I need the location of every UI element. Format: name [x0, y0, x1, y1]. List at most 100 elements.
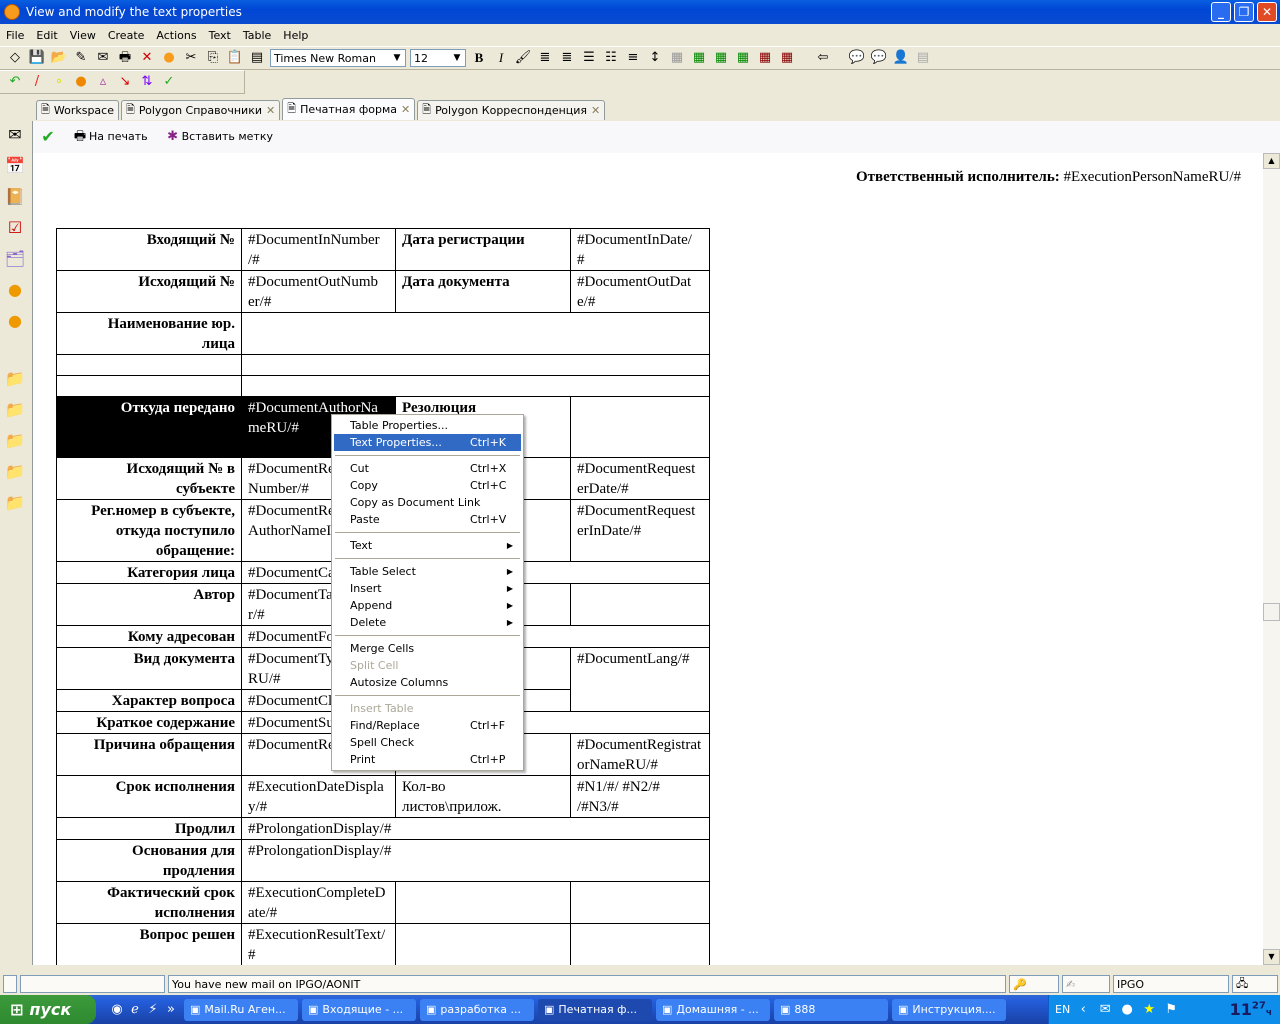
tasks-icon[interactable]: ☑ [3, 216, 27, 240]
context-menu-item[interactable]: Text Properties... Ctrl+K [334, 434, 521, 451]
context-menu-item[interactable]: Paste Ctrl+V [334, 511, 521, 528]
minimize-button[interactable]: _ [1211, 2, 1231, 22]
menu-table[interactable]: Table [237, 29, 277, 42]
context-menu-item[interactable]: Autosize Columns [334, 674, 521, 691]
row-label[interactable]: Срок исполнения [56, 775, 242, 818]
taskbar-button[interactable]: ▣ Инструкция.... [892, 998, 1006, 1021]
row-label[interactable]: Кому адресован [56, 625, 242, 648]
context-menu-item[interactable]: Delete ▶ [334, 614, 521, 631]
context-menu-item[interactable]: Spell Check [334, 734, 521, 751]
document-area[interactable]: Ответственный исполнитель: #ExecutionPer… [32, 153, 1263, 965]
row-value[interactable]: #ExecutionResultText/ # [241, 923, 396, 965]
row-label[interactable]: Наименование юр. лица [56, 312, 242, 355]
delete-row-icon[interactable]: ▦ [778, 50, 796, 66]
favorites-folder-icon[interactable]: 📁 [3, 367, 27, 391]
row-label[interactable] [56, 375, 242, 397]
language-indicator[interactable]: EN [1055, 1003, 1070, 1016]
font-family-select[interactable]: Times New Roman ▼ [270, 49, 406, 67]
row-value[interactable]: Кол-во листов\прилож. [395, 775, 571, 818]
folder-icon[interactable]: 📁 [3, 429, 27, 453]
key-indicator[interactable]: 🔑 [1009, 975, 1059, 993]
quicklaunch-ie-icon[interactable]: ℯ [126, 1002, 144, 1018]
connection-indicator[interactable]: 🖧 [1232, 975, 1278, 993]
menu-file[interactable]: File [0, 29, 30, 42]
close-button[interactable]: ✕ [1257, 2, 1277, 22]
taskbar-button[interactable]: ▣ Домашняя - ... [656, 998, 770, 1021]
row-value[interactable]: #ProlongationDisplay/# [241, 817, 710, 840]
row-label[interactable]: Откуда передано [56, 396, 242, 458]
row-value[interactable]: #ExecutionCompleteD ate/# [241, 881, 396, 924]
row-label[interactable]: Причина обращения [56, 733, 242, 776]
cut-icon[interactable]: ✂ [182, 50, 200, 66]
scroll-down-button[interactable]: ▼ [1263, 949, 1280, 965]
taskbar-button[interactable]: ▣ 888 [774, 998, 888, 1021]
row-value[interactable]: #DocumentOutDat e/# [570, 270, 710, 313]
start-button[interactable]: ⊞ пуск [0, 995, 96, 1024]
insert-column-left-icon[interactable]: ▦ [690, 50, 708, 66]
row-value[interactable]: #DocumentOutNumb er/# [241, 270, 396, 313]
copy-icon[interactable]: ⎘ [204, 50, 222, 66]
delete-icon[interactable]: ✕ [138, 50, 156, 66]
tab-3[interactable]: 🗎 Polygon Корреспонденция ✕ [417, 100, 606, 120]
row-value[interactable]: #DocumentInDate/ # [570, 228, 710, 271]
context-menu-item[interactable]: Print Ctrl+P [334, 751, 521, 768]
row-value[interactable]: #ExecutionDateDispla y/# [241, 775, 396, 818]
tray-star-icon[interactable]: ★ [1140, 1002, 1158, 1018]
tray-expand-icon[interactable]: ‹ [1074, 1002, 1092, 1018]
vertical-scrollbar[interactable]: ▲ ▼ [1263, 153, 1280, 965]
row-label[interactable]: Фактический срок исполнения [56, 881, 242, 924]
save-icon[interactable]: 💾 [28, 50, 46, 66]
row-value[interactable] [570, 583, 710, 626]
checkmark-icon[interactable]: ✓ [160, 74, 178, 90]
row-value[interactable]: #N1/#/ #N2/# /#N3/# [570, 775, 710, 818]
context-menu-item[interactable]: Find/Replace Ctrl+F [334, 717, 521, 734]
taskbar-button[interactable]: ▣ разработка ... [420, 998, 534, 1021]
row-value[interactable]: Дата регистрации [395, 228, 571, 271]
points-icon[interactable]: ∘ [50, 74, 68, 90]
mail-icon[interactable]: ✉ [3, 123, 27, 147]
insert-row-above-icon[interactable]: ▦ [712, 50, 730, 66]
outdent-icon[interactable]: ≣ [558, 50, 576, 66]
row-label[interactable]: Входящий № [56, 228, 242, 271]
tray-flag-icon[interactable]: ⚑ [1162, 1002, 1180, 1018]
paste-special-icon[interactable]: ▤ [248, 50, 266, 66]
row-value[interactable] [570, 881, 710, 924]
row-value[interactable]: #DocumentLang/# [570, 647, 710, 712]
tab-1[interactable]: 🗎 Polygon Справочники ✕ [120, 100, 281, 120]
context-menu-item[interactable]: Cut Ctrl+X [334, 460, 521, 477]
comments-icon[interactable]: 💬 [870, 50, 888, 66]
quicklaunch-icon[interactable]: ⚡ [144, 1002, 162, 1018]
new-icon[interactable]: ◇ [6, 50, 24, 66]
row-value[interactable] [395, 881, 571, 924]
row-value[interactable]: #DocumentRequest erDate/# [570, 457, 710, 500]
user-icon[interactable]: 👤 [892, 50, 910, 66]
highlight-icon[interactable]: 🖌 [514, 50, 532, 66]
tray-mail-icon[interactable]: ✉ [1096, 1002, 1114, 1018]
context-menu-item[interactable]: Insert ▶ [334, 580, 521, 597]
database-folder-icon[interactable]: 🗂 [3, 247, 27, 271]
row-value[interactable]: Дата документа [395, 270, 571, 313]
indent-icon[interactable]: ≣ [536, 50, 554, 66]
context-menu-item[interactable]: Table Properties... [334, 417, 521, 434]
polygon-design-icon[interactable]: ● [3, 309, 27, 333]
send-mail-icon[interactable]: ✉ [94, 50, 112, 66]
row-label[interactable]: Основания для продления [56, 839, 242, 882]
table-icon[interactable]: ▦ [668, 50, 686, 66]
scroll-up-button[interactable]: ▲ [1263, 153, 1280, 169]
row-label[interactable] [56, 354, 242, 376]
polygon-icon[interactable]: ● [160, 50, 178, 66]
row-label[interactable]: Рег.номер в субъекте, откуда поступило о… [56, 499, 242, 562]
tab-0[interactable]: 🗎 Workspace [36, 100, 119, 120]
maximize-button[interactable]: ❐ [1234, 2, 1254, 22]
close-tab-icon[interactable]: ✕ [401, 103, 410, 116]
quicklaunch-more-icon[interactable]: » [162, 1002, 180, 1018]
taskbar-button[interactable]: ▣ Mail.Ru Аген... [184, 998, 298, 1021]
edit-icon[interactable]: ✎ [72, 50, 90, 66]
row-label[interactable]: Продлил [56, 817, 242, 840]
close-tab-icon[interactable]: ✕ [266, 104, 275, 117]
sign-indicator[interactable]: ✍ [1062, 975, 1110, 993]
numbered-list-icon[interactable]: ☷ [602, 50, 620, 66]
font-size-select[interactable]: 12 ▼ [410, 49, 466, 67]
row-label[interactable]: Характер вопроса [56, 689, 242, 712]
align-icon[interactable]: ≡ [624, 50, 642, 66]
